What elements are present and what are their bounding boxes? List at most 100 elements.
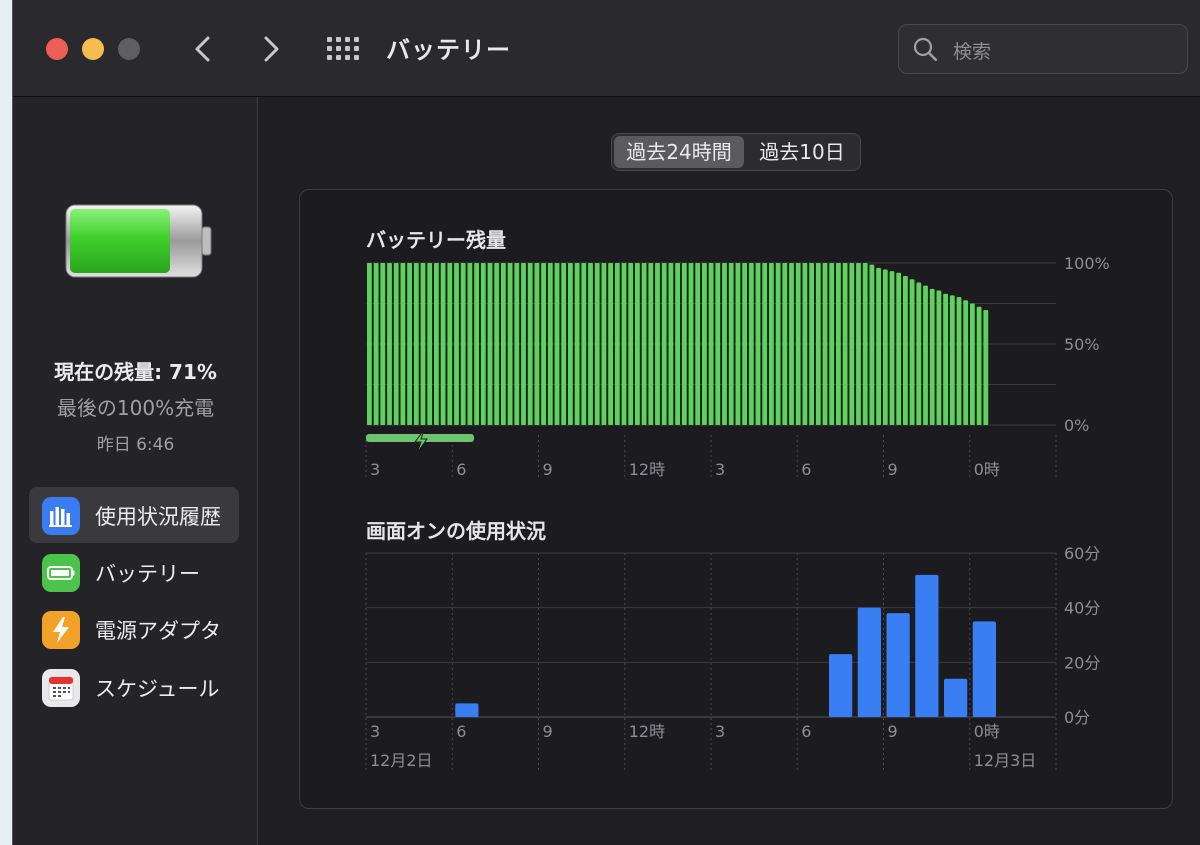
battery-bar [601,263,607,425]
battery-bar [856,263,861,425]
x-tick-label: 3 [715,460,725,479]
battery-bar [628,263,634,425]
battery-bar [574,263,580,425]
y-tick-label: 100% [1064,254,1110,273]
sidebar-item-battery[interactable]: バッテリー [29,544,239,600]
battery-bar [809,263,814,425]
main-content: 過去24時間 過去10日 バッテリー残量 画面オンの使用状況 100% 50% 0%… [259,97,1200,845]
battery-bar [829,263,835,425]
minimize-button[interactable] [82,38,104,60]
battery-bar [514,263,520,425]
bar-chart-icon [42,497,80,535]
close-button[interactable] [46,38,68,60]
calendar-icon [42,669,80,707]
last-full-charge-time: 昨日 6:46 [96,435,175,455]
charts-canvas: 100% 50% 0% 3 6 9 12時 3 6 9 0時 60分 40分 20分 0分 3 6 9 12時 3 6 9… [365,254,1110,770]
zoom-button[interactable] [118,38,140,60]
battery-bar [547,263,553,425]
sidebar-item-schedule[interactable]: スケジュール [29,659,239,715]
battery-bar [561,263,567,425]
battery-bar [943,293,948,425]
battery-bar [802,263,808,425]
segment-24h[interactable]: 過去24時間 [614,136,744,168]
battery-bar [815,263,821,425]
battery-bar [702,263,707,425]
battery-bar [695,263,701,425]
screen-on-bar [944,678,968,717]
screen-on-bar [972,621,996,717]
battery-bar [635,263,640,425]
battery-bar [554,263,560,425]
title-bar: バッテリー 検索 [13,0,1200,97]
battery-bar [876,267,881,425]
battery-bar [427,263,433,425]
x-tick-label: 9 [888,460,898,479]
battery-bar [735,263,741,425]
battery-bar [661,263,667,425]
battery-bar [956,297,962,425]
x-tick-label: 6 [801,460,811,479]
battery-bar [862,263,868,425]
battery-bar [440,263,446,425]
y-tick-label: 60分 [1064,544,1100,563]
forward-button[interactable] [250,28,290,70]
sidebar-item-label: バッテリー [95,562,200,586]
chevron-right-icon [264,36,279,62]
battery-bar [849,263,855,425]
x-tick-label: 0時 [974,460,1000,479]
battery-bar [722,263,727,425]
battery-bar [688,263,694,425]
battery-bar [521,263,526,425]
battery-bar [474,263,479,425]
y-tick-label: 0分 [1064,708,1090,727]
battery-bar [668,263,674,425]
sidebar-item-power-adapter[interactable]: 電源アダプタ [29,601,239,657]
battery-bar [842,263,848,425]
battery-bar [769,263,774,425]
battery-bar [434,263,439,425]
show-all-grid-icon[interactable] [327,37,359,63]
screen-on-bar [857,607,881,717]
battery-bar [494,263,500,425]
battery-bar [367,263,372,425]
x-tick-label: 12時 [629,460,665,479]
y-tick-label: 0% [1064,416,1089,435]
battery-bar [748,263,754,425]
x-tick-label: 9 [888,722,898,741]
battery-bar [869,264,875,425]
sidebar: 現在の残量: 71% 最後の100%充電 昨日 6:46 使用状況履歴 バッテリ… [13,97,258,845]
sidebar-item-usage-history[interactable]: 使用状況履歴 [29,487,239,543]
time-range-segmented-control: 過去24時間 過去10日 [611,133,861,171]
chevron-left-icon [195,36,210,62]
window-title: バッテリー [386,36,511,64]
battery-bar [501,263,506,425]
battery-bar [775,263,781,425]
battery-bar [380,263,386,425]
sidebar-item-label: 使用状況履歴 [95,505,221,529]
battery-bar [836,263,841,425]
search-field[interactable]: 検索 [898,24,1188,74]
sidebar-item-label: スケジュール [95,677,220,701]
battery-bar [614,263,620,425]
sidebar-item-label: 電源アダプタ [95,619,221,643]
battery-bar [889,271,895,425]
x-tick-label: 9 [543,722,553,741]
battery-bar [413,263,419,425]
battery-bar [916,282,922,425]
battery-bar [762,263,768,425]
screen-on-bar [915,574,939,717]
segment-10d[interactable]: 過去10日 [746,136,858,168]
back-button[interactable] [184,28,224,70]
battery-bar [708,263,714,425]
charts-panel: バッテリー残量 画面オンの使用状況 100% 50% 0% 3 6 9 12時 3 6 9 0時 60… [299,189,1173,809]
y-tick-label: 40分 [1064,599,1100,618]
x-tick-label: 6 [801,722,811,741]
search-icon [913,37,937,61]
battery-bar [923,285,928,425]
screen-on-bar [829,654,853,717]
battery-bar [608,263,613,425]
battery-bar [755,263,761,425]
battery-icon [42,554,80,592]
battery-bar [507,263,513,425]
battery-bar [460,263,466,425]
